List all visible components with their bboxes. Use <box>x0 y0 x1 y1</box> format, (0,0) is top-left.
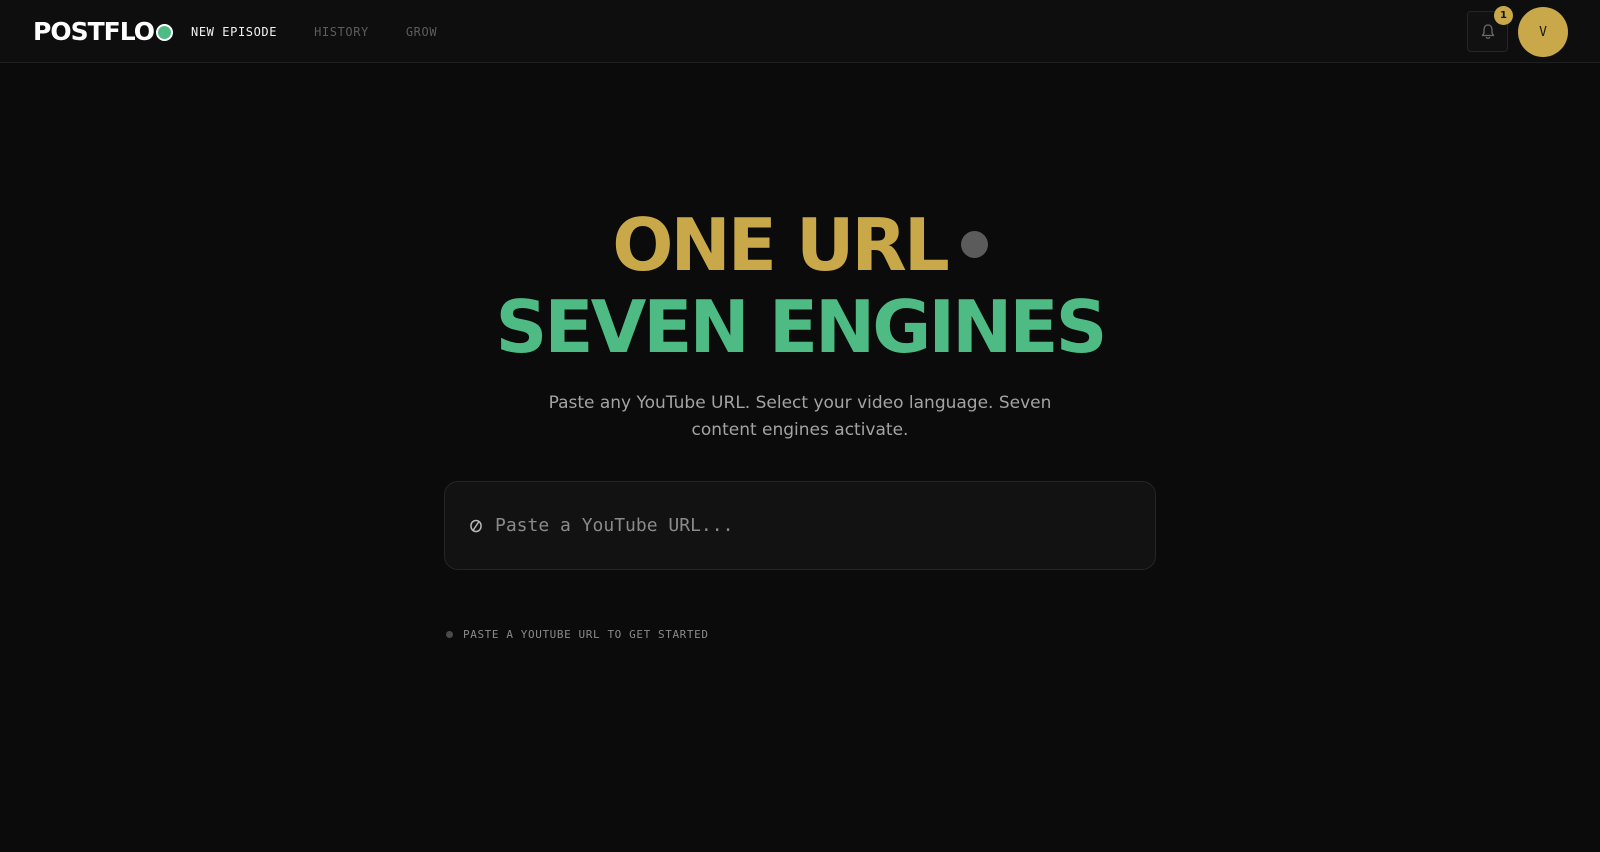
user-avatar[interactable]: V <box>1518 7 1568 57</box>
top-navigation-bar: POSTFLO NEW EPISODE HISTORY GROW 1 V <box>0 0 1600 63</box>
nav-grow[interactable]: GROW <box>406 22 437 42</box>
nav-history[interactable]: HISTORY <box>314 22 369 42</box>
status-hint: PASTE A YOUTUBE URL TO GET STARTED <box>446 628 709 641</box>
headline-dot-icon <box>960 231 988 258</box>
hero-subtitle: Paste any YouTube URL. Select your video… <box>548 393 1052 440</box>
status-hint-text: PASTE A YOUTUBE URL TO GET STARTED <box>463 628 709 641</box>
youtube-url-field[interactable] <box>444 481 1156 570</box>
link-icon <box>467 517 485 535</box>
nav-new-episode[interactable]: NEW EPISODE <box>191 22 277 42</box>
logo-wordmark: POSTFLO <box>33 17 155 46</box>
postflo-logo[interactable]: POSTFLO <box>33 17 174 47</box>
bell-icon <box>1481 24 1494 39</box>
youtube-url-input[interactable] <box>493 504 1155 547</box>
headline-line-2: SEVEN ENGINES <box>495 285 1108 369</box>
main-nav: NEW EPISODE HISTORY GROW <box>191 22 474 42</box>
notification-count-badge: 1 <box>1494 6 1513 25</box>
status-dot-icon <box>446 631 453 638</box>
headline-line-1-text: ONE URL <box>612 203 949 287</box>
headline-line-1: ONE URL <box>0 205 1600 285</box>
logo-circle-icon <box>156 23 174 41</box>
